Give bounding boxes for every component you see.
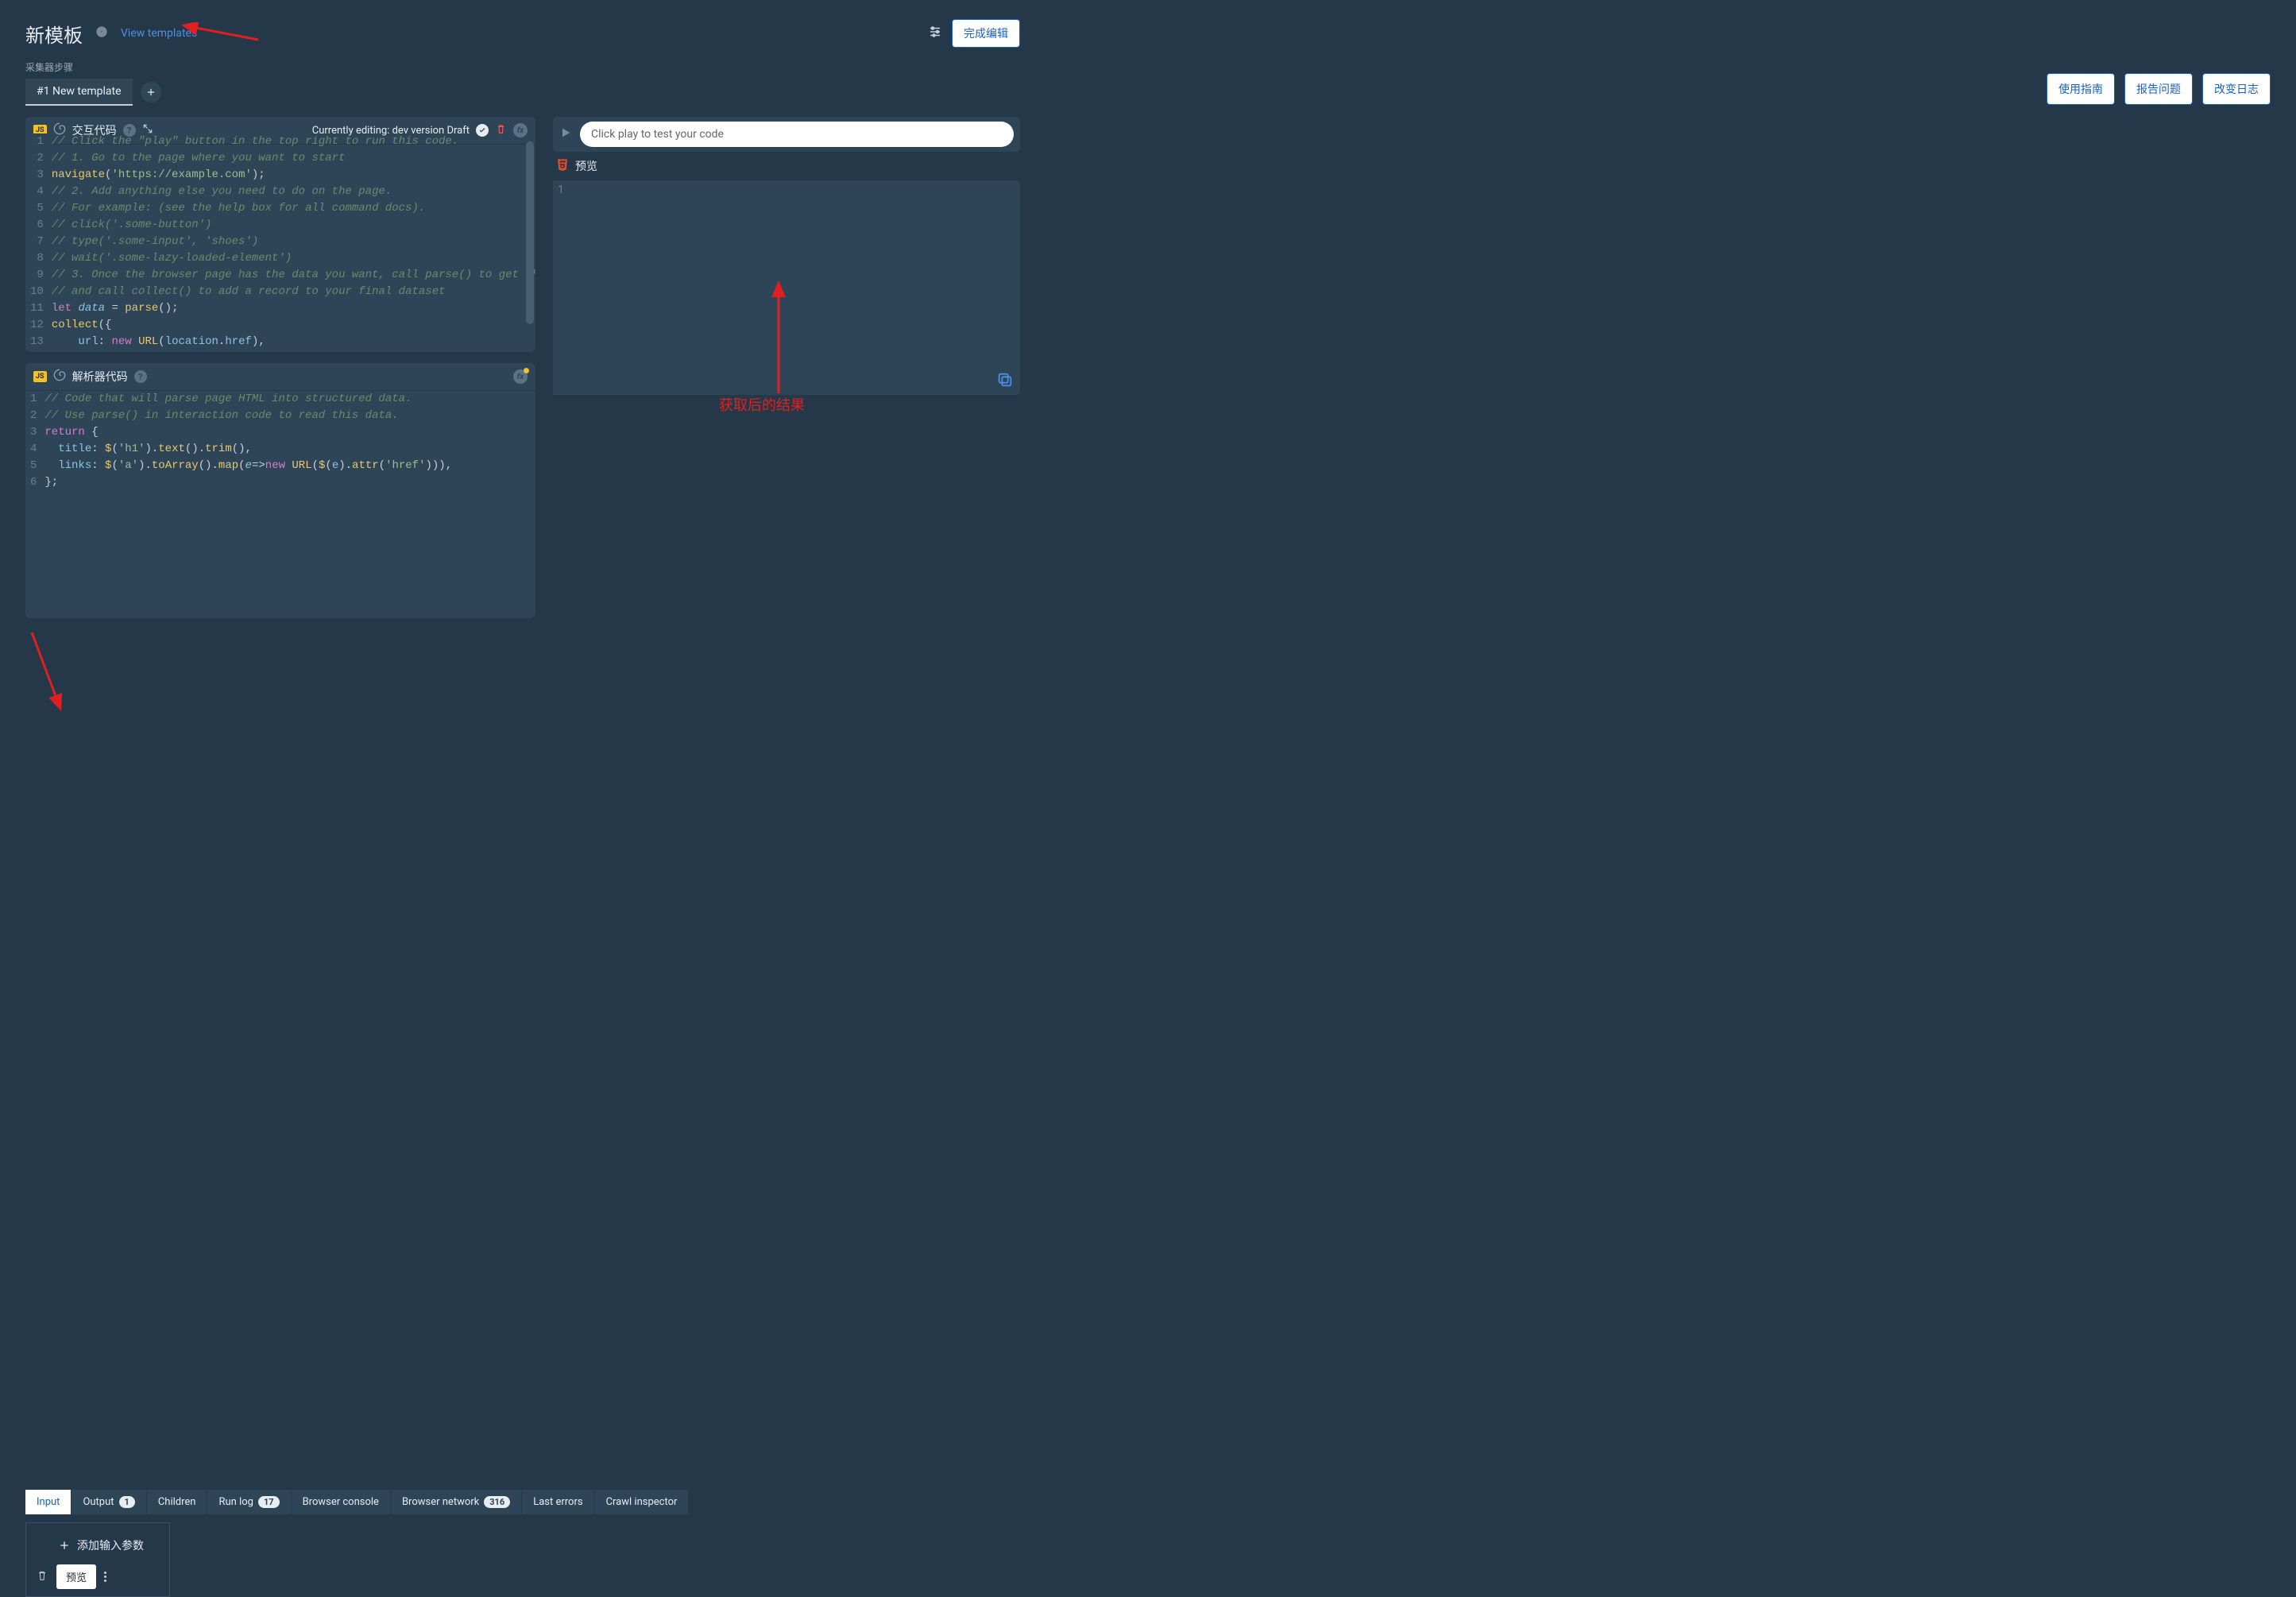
tab-children[interactable]: Children — [147, 1490, 208, 1514]
html5-icon — [556, 158, 569, 174]
finish-editing-button[interactable]: 完成编辑 — [952, 19, 1020, 48]
trash-icon[interactable] — [36, 1569, 48, 1585]
parser-code-panel: JS 解析器代码 ? fx 123456 // Code that will p… — [25, 363, 535, 618]
tab-runlog[interactable]: Run log17 — [207, 1490, 291, 1514]
parser-code-title: 解析器代码 — [72, 369, 128, 385]
scrollbar-thumb[interactable] — [526, 141, 534, 324]
preview-gutter: 1 — [553, 180, 572, 395]
play-button[interactable] — [559, 126, 572, 142]
help-icon[interactable]: ? — [134, 370, 147, 383]
settings-icon[interactable] — [928, 25, 942, 42]
view-templates-link[interactable]: View templates — [121, 27, 197, 40]
parser-code-editor[interactable]: 123456 // Code that will parse page HTML… — [25, 391, 535, 618]
report-issue-button[interactable]: 报告问题 — [2124, 73, 2193, 105]
line-gutter: 1234567891011121314 — [25, 133, 52, 352]
play-status-input[interactable]: Click play to test your code — [580, 122, 1014, 147]
changelog-button[interactable]: 改变日志 — [2202, 73, 2271, 105]
interaction-code-panel: JS 交互代码 ? Currently editing: dev version… — [25, 117, 535, 352]
swirl-icon — [53, 369, 66, 385]
tab-last-errors[interactable]: Last errors — [522, 1490, 594, 1514]
play-row: Click play to test your code — [553, 117, 1020, 152]
code-content[interactable]: // Code that will parse page HTML into s… — [44, 391, 535, 618]
tab-browser-network[interactable]: Browser network316 — [391, 1490, 522, 1514]
preview-title: 预览 — [575, 158, 597, 174]
js-badge-icon: JS — [33, 371, 47, 382]
usage-guide-button[interactable]: 使用指南 — [2047, 73, 2115, 105]
tab-output[interactable]: Output1 — [72, 1490, 146, 1514]
fx-badge-icon[interactable]: fx — [513, 369, 528, 384]
preview-button[interactable]: 预览 — [56, 1564, 96, 1589]
code-content[interactable]: // Click the "play" button in the top ri… — [52, 133, 535, 352]
compass-icon — [95, 25, 108, 41]
add-step-button[interactable] — [141, 82, 161, 102]
preview-body: 1 — [553, 180, 1020, 395]
bottom-tabs: Input Output1 Children Run log17 Browser… — [25, 1490, 689, 1514]
annotation-arrow — [25, 629, 65, 717]
tab-input[interactable]: Input — [25, 1490, 72, 1514]
copy-icon[interactable] — [996, 371, 1014, 389]
steps-label: 采集器步骤 — [25, 60, 1020, 74]
interaction-code-editor[interactable]: 1234567891011121314 // Click the "play" … — [25, 133, 535, 352]
page-title: 新模板 — [25, 20, 83, 48]
tab-crawl-inspector[interactable]: Crawl inspector — [595, 1490, 690, 1514]
input-card: 添加输入参数 预览 — [25, 1522, 170, 1597]
tab-browser-console[interactable]: Browser console — [292, 1490, 391, 1514]
line-gutter: 123456 — [25, 391, 44, 618]
add-input-param-button[interactable]: 添加输入参数 — [58, 1537, 160, 1553]
step-chip-1[interactable]: #1 New template — [25, 79, 133, 106]
kebab-icon[interactable] — [104, 1572, 106, 1582]
